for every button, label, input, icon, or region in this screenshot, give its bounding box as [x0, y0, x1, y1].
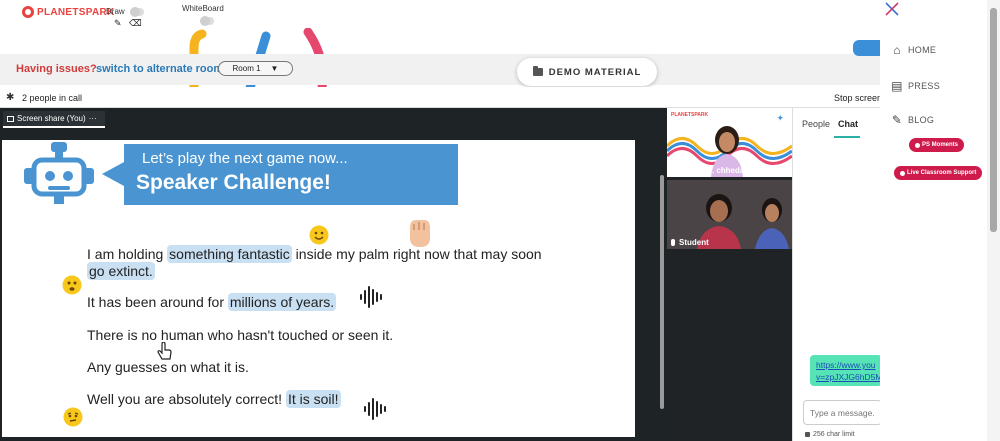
highlighted-text: millions of years. [227, 293, 337, 311]
live-support-label: Live Classroom Support [907, 170, 977, 176]
participant-label: Bhumi N. chheda (You) [671, 166, 766, 175]
top-toolbar [0, 0, 1000, 33]
pencil-icon[interactable]: ✎ [114, 18, 122, 29]
newspaper-icon: ▤ [891, 79, 903, 93]
chat-panel [792, 108, 880, 441]
nav-press[interactable]: ▤ PRESS [890, 79, 940, 93]
pencil-icon: ✎ [891, 113, 903, 127]
thinking-emoji-icon [63, 407, 83, 427]
video-tile-self[interactable]: PLANETSPARK ✦ Bhumi N. chheda (You) [667, 108, 792, 177]
folder-icon [532, 66, 543, 76]
nav-blog[interactable]: ✎ BLOG [890, 113, 934, 127]
ps-moments-button[interactable]: PS Moments [909, 138, 965, 152]
slide-line: It has been around for millions of years… [87, 293, 337, 311]
slide-line: There is no human who hasn't touched or … [87, 327, 393, 343]
chat-input[interactable] [803, 400, 882, 425]
whiteboard-label: WhiteBoard [182, 4, 224, 13]
hand-cursor-icon [157, 342, 172, 360]
nav-press-label: PRESS [908, 81, 941, 91]
slide-line: I am holding something fantastic inside … [87, 245, 542, 263]
chat-link-line[interactable]: https://www.you [816, 359, 876, 371]
live-support-button[interactable]: Live Classroom Support [894, 166, 983, 180]
robot-mascot-icon [24, 142, 94, 204]
switch-room-link[interactable]: switch to alternate room [96, 63, 223, 75]
tab-people[interactable]: People [802, 119, 830, 129]
char-limit: 256 char limit [805, 431, 855, 438]
blue-side-tab[interactable] [853, 40, 883, 56]
call-info-bar [0, 87, 880, 108]
sound-wave-icon [360, 286, 382, 308]
slide-line-text: Well you are absolutely correct! [87, 391, 286, 407]
stop-screen-button[interactable]: Stop screen [834, 93, 882, 103]
draw-label: Draw [106, 7, 125, 16]
slide-line-text: inside my palm right now that may soon [291, 246, 542, 262]
lock-icon [805, 432, 810, 437]
char-limit-text: 256 char limit [813, 431, 855, 438]
mic-icon [671, 167, 675, 174]
nav-home-label: HOME [908, 45, 937, 55]
worried-emoji-icon [62, 275, 82, 295]
highlighted-text: It is soil! [285, 390, 341, 408]
slide-line-text: I am holding [87, 246, 168, 262]
nav-home[interactable]: ⌂ HOME [890, 43, 936, 57]
eraser-icon[interactable]: ⌫ [129, 18, 142, 29]
gear-icon[interactable]: ✱ [6, 92, 14, 103]
slide-line-text: There is no human who hasn't touched or … [87, 327, 394, 343]
demo-material-label: DEMO MATERIAL [548, 66, 642, 78]
participant-name: Bhumi N. chheda (You) [679, 166, 767, 175]
demo-material-button[interactable]: DEMO MATERIAL [517, 58, 657, 86]
tab-chat[interactable]: Chat [838, 119, 858, 129]
highlighted-text: go extinct. [87, 262, 155, 280]
support-icon [900, 170, 905, 176]
screen-share-label: Screen share (You) [17, 114, 86, 123]
ps-moments-label: PS Moments [922, 142, 959, 148]
banner-subtitle: Let’s play the next game now... [142, 150, 348, 167]
presentation-slide: Let’s play the next game now... Speaker … [2, 140, 635, 437]
room-select-value: Room 1 [232, 64, 261, 73]
home-icon: ⌂ [893, 43, 901, 57]
planetspark-logo: PLANETSPARK [22, 6, 115, 18]
side-nav [880, 0, 985, 441]
camera-icon [915, 142, 920, 148]
slide-line: go extinct. [87, 262, 155, 280]
caret-down-icon: ▼ [270, 64, 279, 73]
participant-label: Student [671, 238, 709, 247]
smiley-emoji-icon [309, 225, 329, 245]
people-count: 2 people in call [22, 93, 83, 103]
close-icon[interactable] [884, 1, 900, 17]
raised-fist-icon [410, 220, 430, 247]
more-options-icon[interactable]: ··· [89, 114, 97, 123]
logo-mark-icon [22, 6, 34, 18]
slide-banner: Let’s play the next game now... Speaker … [102, 144, 458, 205]
share-scrollbar[interactable] [660, 175, 664, 409]
banner-title: Speaker Challenge! [136, 171, 331, 194]
logo-text: PLANETSPARK [37, 6, 115, 18]
whiteboard-toggle[interactable] [200, 16, 214, 26]
page-scrollbar-thumb[interactable] [990, 8, 997, 232]
highlighted-text: something fantastic [167, 245, 292, 263]
slide-line: Well you are absolutely correct! It is s… [87, 390, 341, 408]
nav-blog-label: BLOG [908, 115, 935, 125]
video-tile-student[interactable]: Student [667, 180, 792, 249]
mic-icon [671, 239, 675, 246]
sound-wave-icon [364, 398, 386, 420]
chat-link-line[interactable]: v=zpJXJG6hD5M [816, 371, 882, 383]
sparkle-icon: ✦ [776, 113, 784, 123]
chat-message[interactable]: https://www.you v=zpJXJG6hD5M [810, 355, 882, 386]
screen-share-icon [7, 115, 14, 122]
issues-text: Having issues? [16, 63, 97, 75]
slide-line-text: It has been around for [87, 294, 228, 310]
screen-share-tab[interactable]: Screen share (You) ··· [3, 111, 105, 128]
room-select[interactable]: Room 1 ▼ [218, 61, 293, 76]
tile-logo: PLANETSPARK [671, 112, 709, 118]
draw-toggle[interactable] [130, 7, 144, 17]
participant-name: Student [679, 238, 709, 247]
chat-tab-indicator [834, 136, 860, 138]
